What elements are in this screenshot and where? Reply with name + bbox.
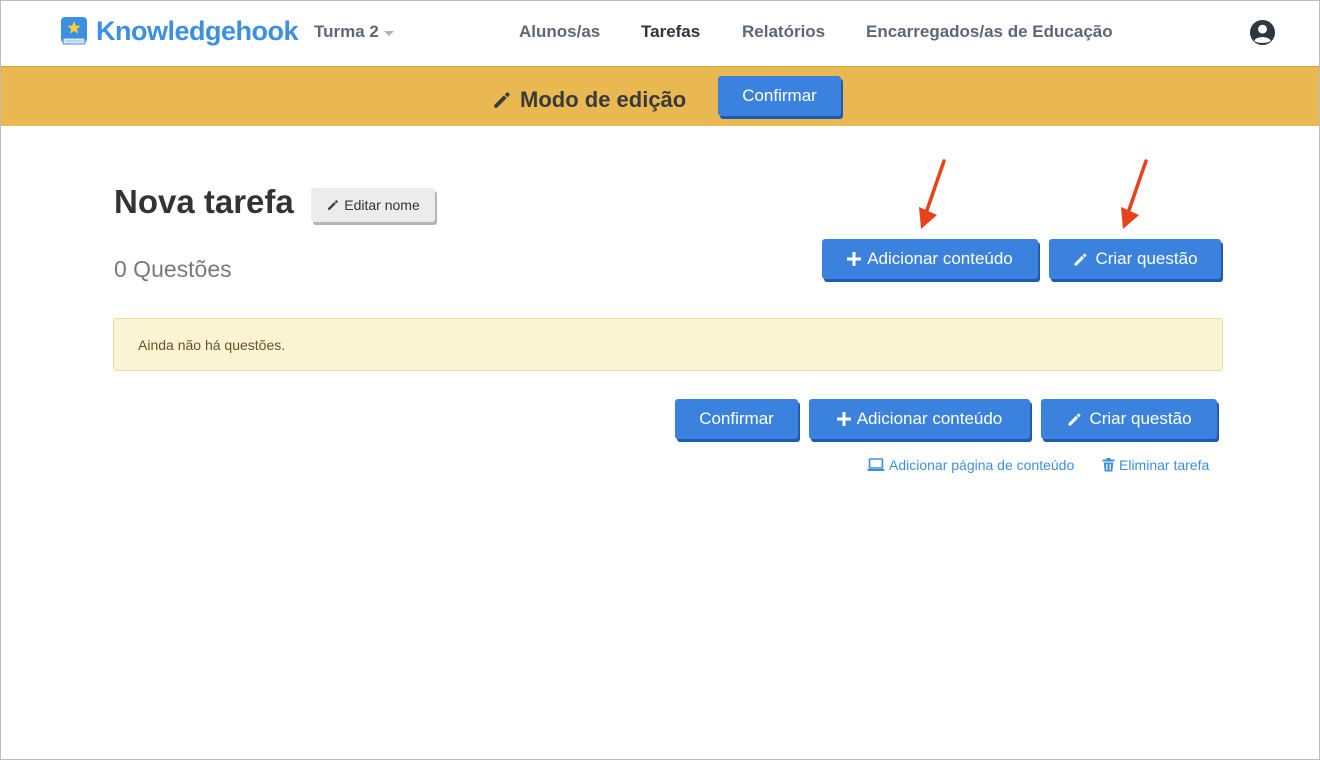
pencil-icon: [1075, 253, 1087, 265]
nav-link-reports[interactable]: Relatórios: [742, 22, 825, 42]
pencil-icon: [1069, 413, 1081, 425]
add-content-page-link[interactable]: Adicionar página de conteúdo: [867, 457, 1074, 473]
class-selector-dropdown[interactable]: Turma 2: [314, 22, 394, 42]
create-question-button-top[interactable]: Criar questão: [1049, 239, 1221, 279]
assignment-title: Nova tarefa: [114, 183, 294, 220]
confirm-button-bottom[interactable]: Confirmar: [675, 399, 798, 439]
create-question-label-top: Criar questão: [1095, 249, 1198, 268]
edit-name-button[interactable]: Editar nome: [311, 188, 435, 222]
edit-mode-label: Modo de edição: [491, 87, 686, 113]
class-selector-label: Turma 2: [314, 22, 379, 41]
delete-assignment-link[interactable]: Eliminar tarefa: [1102, 457, 1209, 473]
annotation-arrow-icon: [1121, 159, 1148, 229]
banner-confirm-button[interactable]: Confirmar: [718, 76, 841, 116]
plus-icon: [847, 252, 862, 266]
caret-down-icon: [383, 30, 394, 36]
create-question-button-bottom[interactable]: Criar questão: [1041, 399, 1217, 439]
trash-icon: [1102, 458, 1115, 472]
edit-name-label: Editar nome: [344, 197, 420, 213]
no-questions-text: Ainda não há questões.: [138, 337, 286, 353]
edit-mode-text: Modo de edição: [520, 87, 687, 112]
nav-link-students[interactable]: Alunos/as: [519, 22, 600, 42]
annotation-arrow-icon: [919, 159, 946, 229]
no-questions-alert: Ainda não há questões.: [113, 318, 1223, 371]
add-content-page-label: Adicionar página de conteúdo: [889, 457, 1075, 473]
nav-link-assignments[interactable]: Tarefas: [641, 22, 700, 42]
banner-confirm-label: Confirmar: [742, 86, 817, 105]
nav-link-guardians[interactable]: Encarregados/as de Educação: [866, 22, 1113, 42]
plus-icon: [836, 412, 851, 426]
question-count: 0 Questões: [114, 256, 232, 282]
top-nav-bar: Knowledgehook Turma 2 Alunos/as Tarefas …: [1, 1, 1319, 66]
laptop-icon: [867, 458, 885, 471]
pencil-icon: [328, 200, 339, 210]
edit-mode-banner: Modo de edição: [1, 66, 1319, 126]
add-content-label-bottom: Adicionar conteúdo: [856, 409, 1003, 428]
brand-name: Knowledgehook: [96, 16, 299, 46]
user-circle-icon[interactable]: [1249, 19, 1276, 46]
confirm-label-bottom: Confirmar: [699, 409, 774, 428]
delete-assignment-label: Eliminar tarefa: [1119, 457, 1210, 473]
add-content-button-bottom[interactable]: Adicionar conteúdo: [809, 399, 1030, 439]
brand-logo-link[interactable]: Knowledgehook: [59, 16, 299, 46]
create-question-label-bottom: Criar questão: [1089, 409, 1192, 428]
pencil-icon: [494, 92, 510, 108]
add-content-label-top: Adicionar conteúdo: [867, 249, 1013, 268]
add-content-button-top[interactable]: Adicionar conteúdo: [822, 239, 1038, 279]
book-star-logo-icon: [61, 17, 87, 45]
